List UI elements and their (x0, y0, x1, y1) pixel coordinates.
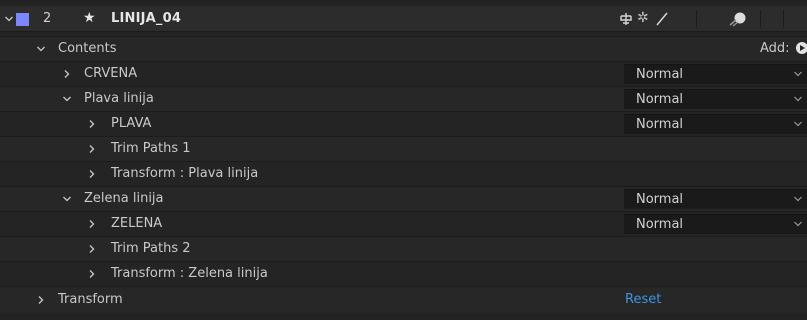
switch-divider (760, 10, 761, 28)
motion-blur-icon[interactable] (728, 10, 748, 32)
group-transform-row[interactable]: Transform : Plava linija (0, 161, 807, 186)
dropdown-chevron-icon (794, 96, 802, 102)
layer-label-color-swatch[interactable] (16, 13, 29, 26)
blend-mode-value: Normal (636, 192, 684, 207)
group-transform-name[interactable]: Transform : Zelena linija (111, 266, 268, 281)
blend-mode-select[interactable]: Normal (624, 64, 807, 84)
group-name[interactable]: Plava linija (84, 91, 154, 106)
layer-row[interactable]: 2 ★ LINIJA_04 ✲ (0, 6, 807, 32)
blend-mode-select[interactable]: Normal (624, 114, 807, 134)
blend-mode-select[interactable]: Normal (624, 214, 807, 234)
chevron-down-icon[interactable] (4, 14, 14, 24)
contents-group-row[interactable]: Contents Add: (0, 36, 807, 61)
group-name[interactable]: PLAVA (111, 116, 151, 131)
group-name[interactable]: ZELENA (111, 216, 162, 231)
switch-divider (783, 10, 784, 28)
chevron-right-icon[interactable] (36, 295, 46, 305)
shape-path-row[interactable]: PLAVA Normal (0, 111, 807, 136)
trim-paths-name[interactable]: Trim Paths 2 (111, 241, 191, 256)
trim-paths-name[interactable]: Trim Paths 1 (111, 141, 191, 156)
layer-transform-row[interactable]: Transform Reset (0, 286, 807, 313)
trim-paths-row[interactable]: Trim Paths 1 (0, 136, 807, 161)
group-name[interactable]: Zelena linija (84, 191, 164, 206)
chevron-right-icon[interactable] (87, 119, 97, 129)
shape-group-row[interactable]: Zelena linija Normal (0, 186, 807, 211)
layer-switches: ✲ (600, 6, 807, 32)
shy-switch-icon[interactable] (618, 11, 634, 31)
shape-group-row[interactable]: CRVENA Normal (0, 61, 807, 86)
switch-divider (696, 10, 697, 28)
layer-transform-label: Transform (58, 292, 123, 307)
contents-label: Contents (58, 41, 117, 56)
layer-number: 2 (43, 11, 52, 26)
chevron-down-icon[interactable] (62, 94, 72, 104)
blend-mode-value: Normal (636, 92, 684, 107)
chevron-down-icon[interactable] (36, 44, 46, 54)
quality-slash-icon[interactable] (655, 11, 669, 31)
chevron-right-icon[interactable] (87, 269, 97, 279)
dropdown-chevron-icon (794, 71, 802, 77)
shape-group-row[interactable]: Plava linija Normal (0, 86, 807, 111)
shape-path-row[interactable]: ZELENA Normal (0, 211, 807, 236)
add-label: Add: (760, 41, 790, 56)
trim-paths-row[interactable]: Trim Paths 2 (0, 236, 807, 261)
chevron-right-icon[interactable] (87, 244, 97, 254)
dropdown-chevron-icon (794, 121, 802, 127)
group-transform-name[interactable]: Transform : Plava linija (111, 166, 258, 181)
blend-mode-value: Normal (636, 67, 684, 82)
chevron-down-icon[interactable] (62, 194, 72, 204)
blend-mode-select[interactable]: Normal (624, 189, 807, 209)
dropdown-chevron-icon (794, 221, 802, 227)
layer-name[interactable]: LINIJA_04 (111, 11, 181, 26)
blend-mode-value: Normal (636, 217, 684, 232)
reset-link[interactable]: Reset (625, 292, 661, 307)
chevron-right-icon[interactable] (62, 69, 72, 79)
chevron-right-icon[interactable] (87, 219, 97, 229)
blend-mode-value: Normal (636, 117, 684, 132)
group-name[interactable]: CRVENA (84, 66, 137, 81)
chevron-right-icon[interactable] (87, 144, 97, 154)
blend-mode-select[interactable]: Normal (624, 89, 807, 109)
dropdown-chevron-icon (794, 196, 802, 202)
shape-layer-star-icon: ★ (83, 10, 96, 26)
collapse-sun-icon[interactable]: ✲ (637, 10, 649, 26)
add-menu-arrow-icon[interactable] (796, 42, 807, 54)
group-transform-row[interactable]: Transform : Zelena linija (0, 261, 807, 286)
chevron-right-icon[interactable] (87, 169, 97, 179)
